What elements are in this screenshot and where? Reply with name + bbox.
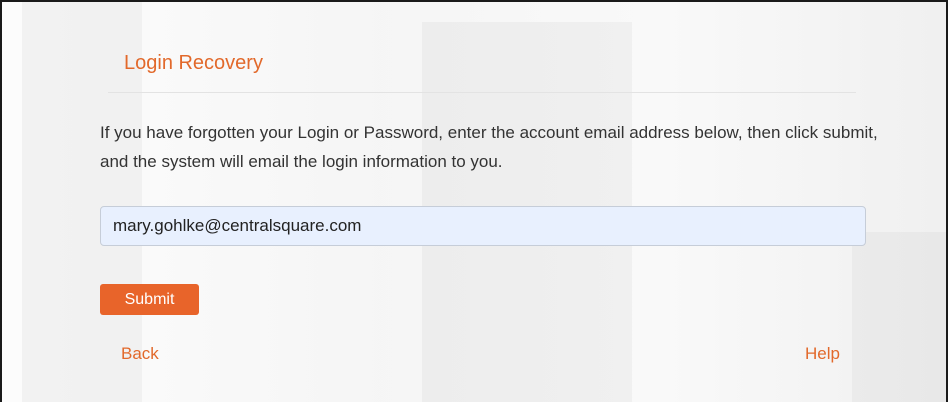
back-link[interactable]: Back xyxy=(121,344,159,364)
login-recovery-window: Login Recovery If you have forgotten you… xyxy=(0,0,948,402)
help-link[interactable]: Help xyxy=(805,344,840,364)
login-recovery-panel: Login Recovery If you have forgotten you… xyxy=(10,8,936,402)
page-title: Login Recovery xyxy=(124,52,263,74)
instructions-text: If you have forgotten your Login or Pass… xyxy=(100,123,878,171)
submit-button[interactable]: Submit xyxy=(100,284,199,315)
email-field[interactable] xyxy=(100,206,866,246)
title-divider xyxy=(108,92,856,93)
